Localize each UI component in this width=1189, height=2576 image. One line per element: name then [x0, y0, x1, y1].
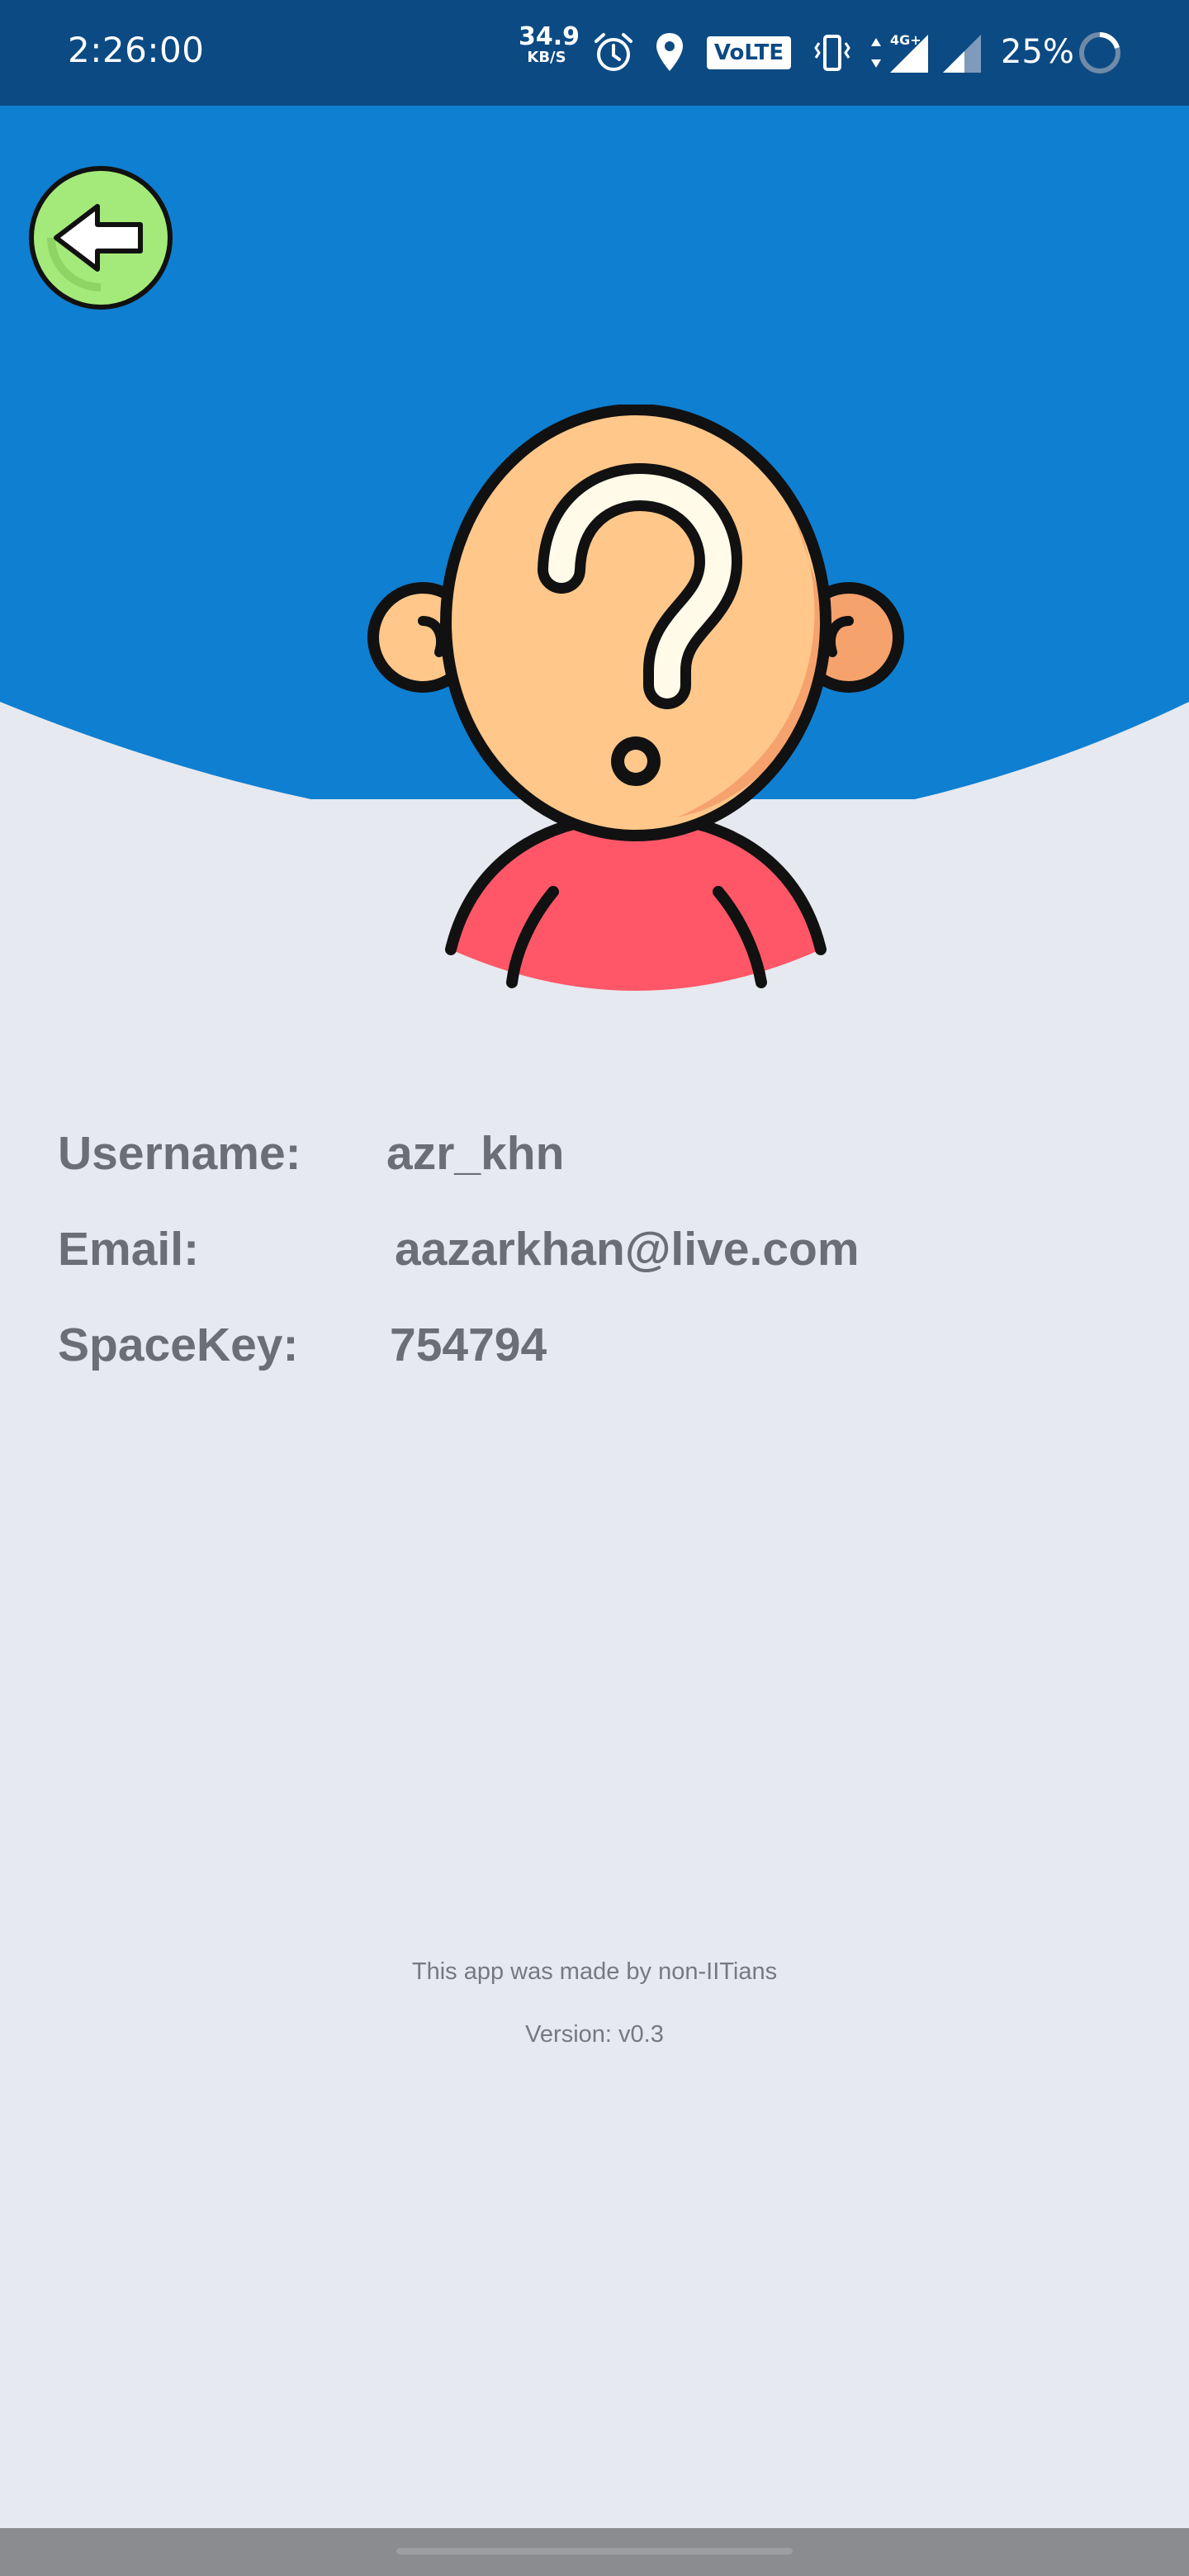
back-button[interactable]	[28, 165, 173, 310]
signal-icon	[943, 35, 981, 73]
vibrate-icon	[814, 35, 850, 71]
battery-ring-icon	[1079, 32, 1120, 73]
spacekey-value: 754794	[390, 1319, 547, 1371]
spacekey-row: SpaceKey: 754794	[58, 1318, 718, 1376]
unknown-user-avatar	[367, 405, 904, 991]
network-speed-unit: KB/S	[527, 49, 566, 66]
status-time: 2:26:00	[68, 30, 205, 70]
username-value: azr_khn	[386, 1127, 565, 1180]
volte-badge: VoLTE	[707, 36, 791, 69]
status-bar: 2:26:00 34.9 KB/S VoLTE 4G+ 25%	[0, 0, 1189, 106]
username-row: Username: azr_khn	[58, 1126, 718, 1184]
signal-4g-icon: 4G+	[890, 32, 928, 73]
username-label: Username:	[58, 1127, 301, 1180]
network-speed: 34.9 KB/S	[519, 22, 580, 66]
spacekey-label: SpaceKey:	[58, 1319, 299, 1371]
svg-text:4G+: 4G+	[890, 32, 921, 48]
credit-text: This app was made by non-IITians	[411, 1958, 778, 1985]
version-text: Version: v0.3	[525, 2021, 664, 2048]
battery-percent: 25%	[1001, 33, 1074, 71]
system-nav-bar	[0, 2528, 1189, 2576]
data-arrows-icon	[871, 38, 881, 68]
email-label: Email:	[58, 1223, 200, 1276]
email-row: Email: aazarkhan@live.com	[58, 1222, 1049, 1280]
gesture-handle[interactable]	[396, 2548, 793, 2555]
location-icon	[656, 33, 683, 71]
alarm-icon	[594, 33, 632, 71]
network-speed-value: 34.9	[519, 22, 580, 51]
email-value: aazarkhan@live.com	[395, 1223, 860, 1276]
